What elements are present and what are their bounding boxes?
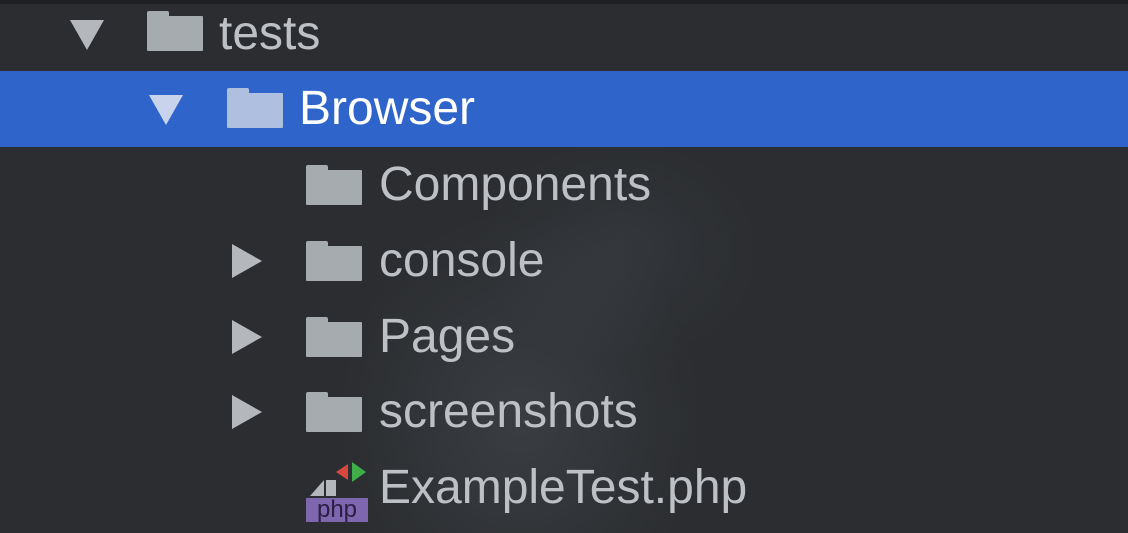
tree-item-label: screenshots xyxy=(379,385,638,438)
expand-arrow-down-icon[interactable] xyxy=(70,20,104,50)
expand-arrow-right-icon[interactable] xyxy=(232,395,262,429)
tree-item-components[interactable]: Components xyxy=(0,147,1128,223)
php-file-icon: php xyxy=(306,460,368,522)
expand-arrow-down-icon[interactable] xyxy=(149,95,183,125)
tree-item-browser[interactable]: Browser xyxy=(0,71,1128,147)
tree-item-console[interactable]: console xyxy=(0,223,1128,299)
project-tree-panel: tests Browser Components console Pages s… xyxy=(0,0,1128,533)
tree-item-tests[interactable]: tests xyxy=(0,0,1128,72)
php-badge: php xyxy=(306,498,368,522)
folder-icon xyxy=(306,241,362,281)
tree-item-label: Components xyxy=(379,158,652,211)
folder-icon xyxy=(306,392,362,432)
expand-arrow-right-icon[interactable] xyxy=(232,244,262,278)
tree-item-label: Pages xyxy=(379,310,516,363)
tree-item-label: console xyxy=(379,234,545,287)
tree-item-label: tests xyxy=(219,7,321,60)
tree-item-screenshots[interactable]: screenshots xyxy=(0,374,1128,450)
tree-item-pages[interactable]: Pages xyxy=(0,299,1128,375)
folder-icon xyxy=(147,11,203,51)
folder-icon xyxy=(227,88,283,128)
expand-arrow-right-icon[interactable] xyxy=(232,320,262,354)
folder-icon xyxy=(306,165,362,205)
php-test-arrows-icon xyxy=(310,462,366,496)
tree-item-label: ExampleTest.php xyxy=(379,461,748,514)
tree-item-label: Browser xyxy=(299,82,476,135)
folder-icon xyxy=(306,317,362,357)
tree-item-exampletest-php[interactable]: php ExampleTest.php xyxy=(0,450,1128,526)
